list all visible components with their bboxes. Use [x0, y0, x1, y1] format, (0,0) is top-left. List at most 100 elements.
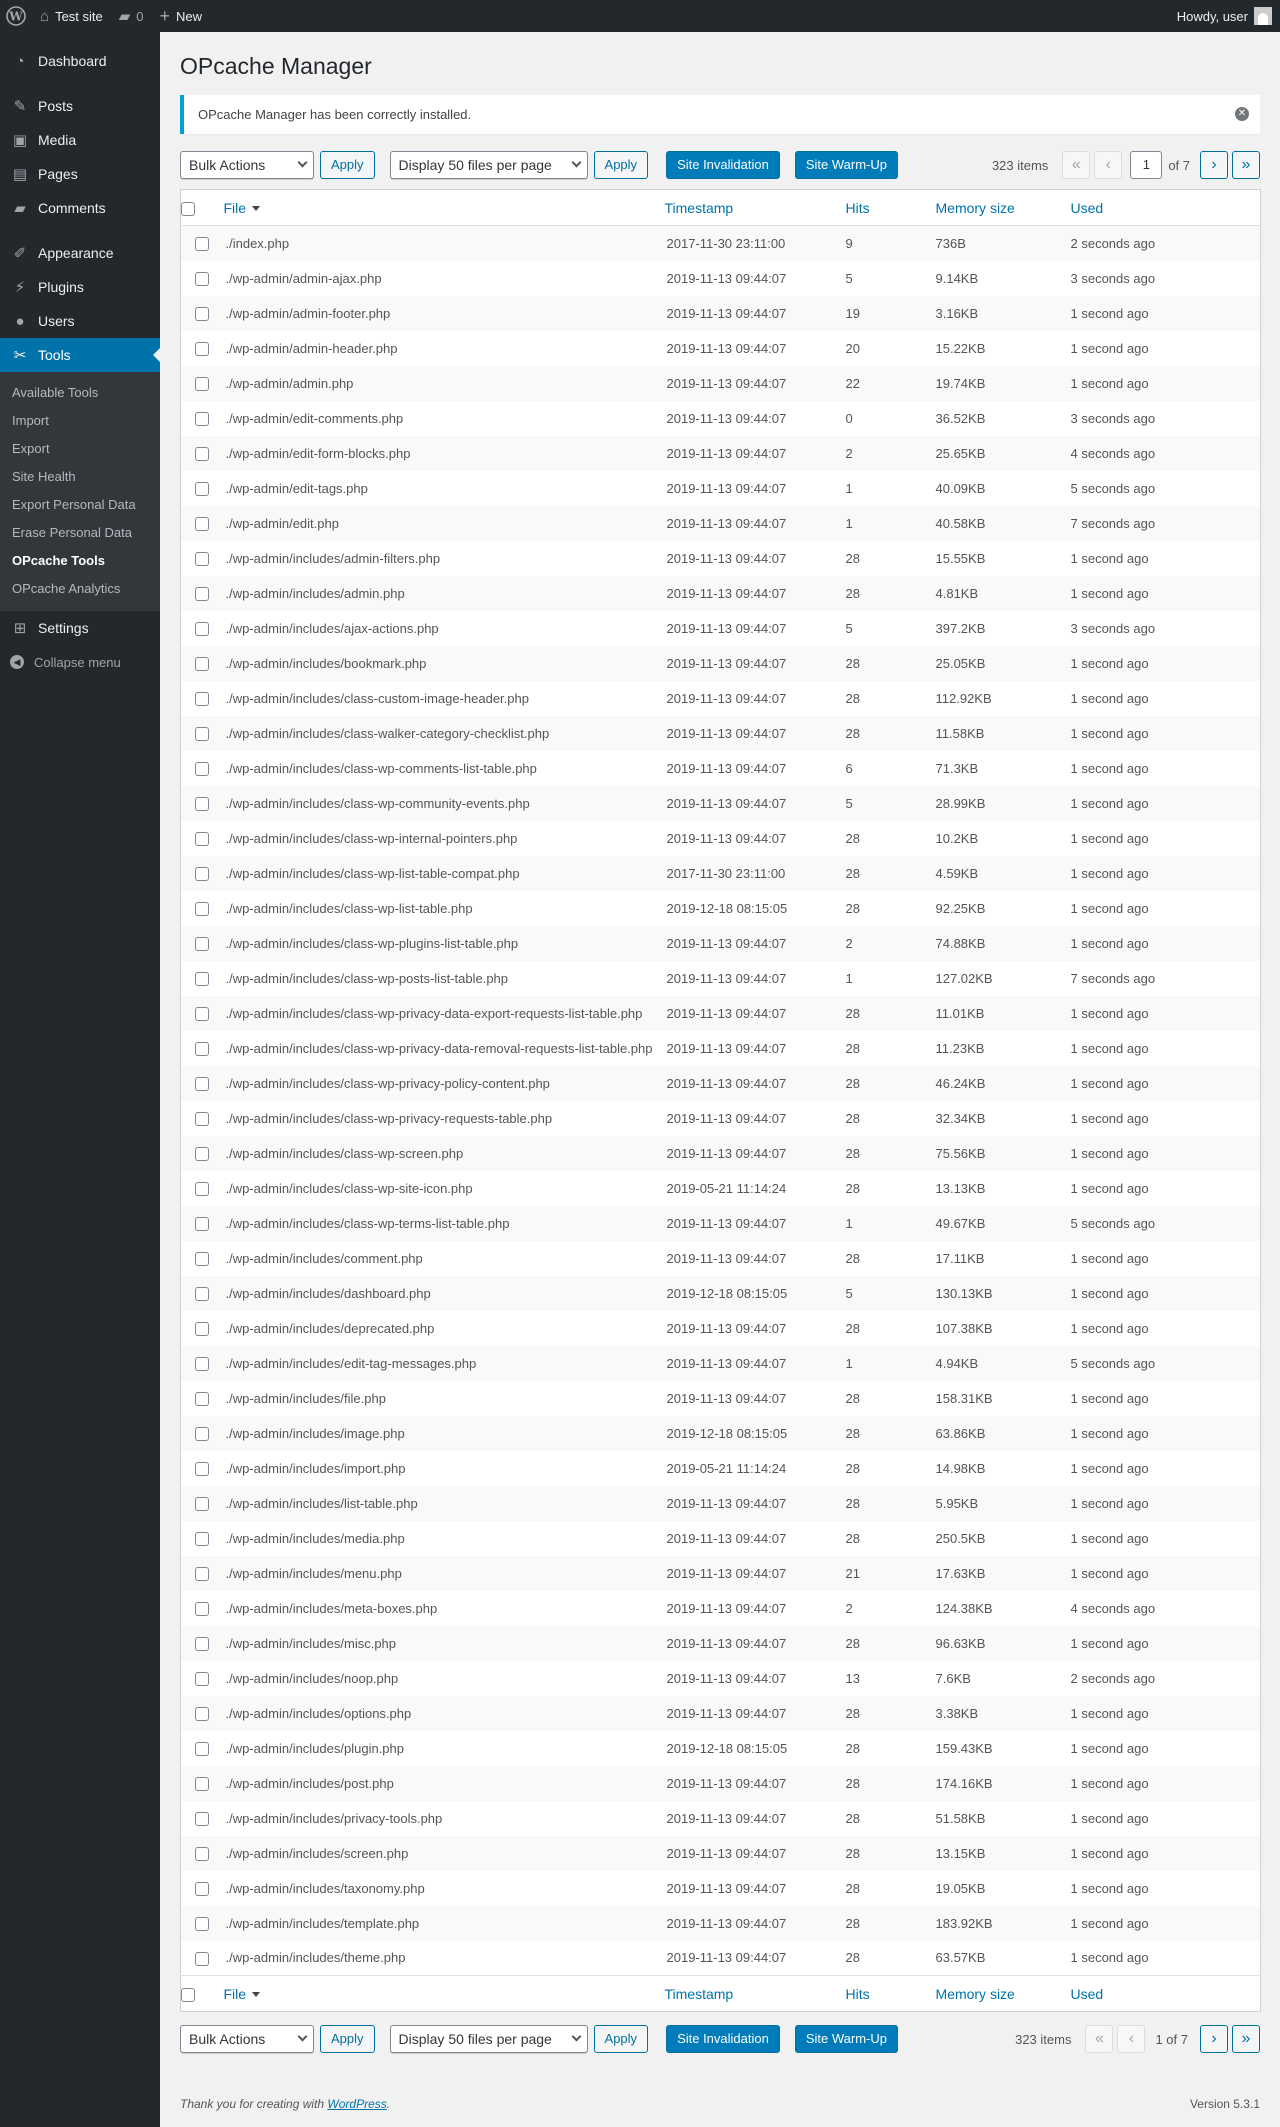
column-used[interactable]: Used	[1070, 189, 1261, 226]
submenu-opcache-tools[interactable]: OPcache Tools	[0, 547, 160, 575]
bulk-actions-select[interactable]: Bulk Actions	[180, 151, 314, 179]
menu-users[interactable]: ● Users	[0, 304, 160, 338]
row-checkbox[interactable]	[194, 271, 209, 286]
row-checkbox[interactable]	[194, 831, 209, 846]
row-checkbox[interactable]	[194, 1426, 209, 1441]
submenu-available-tools[interactable]: Available Tools	[0, 379, 160, 407]
wordpress-logo-icon[interactable]: W	[0, 0, 32, 32]
row-checkbox[interactable]	[194, 726, 209, 741]
row-checkbox[interactable]	[194, 1321, 209, 1336]
apply-bulk-button[interactable]: Apply	[320, 2025, 375, 2053]
row-checkbox[interactable]	[194, 306, 209, 321]
row-checkbox[interactable]	[194, 691, 209, 706]
submenu-import[interactable]: Import	[0, 407, 160, 435]
next-page-button[interactable]: ›	[1200, 151, 1228, 179]
row-checkbox[interactable]	[194, 1461, 209, 1476]
row-checkbox[interactable]	[194, 1391, 209, 1406]
row-checkbox[interactable]	[194, 1251, 209, 1266]
bulk-actions-select[interactable]: Bulk Actions	[180, 2025, 314, 2053]
column-memory-size[interactable]: Memory size	[935, 189, 1071, 226]
menu-plugins[interactable]: ⚡ Plugins	[0, 270, 160, 304]
row-checkbox[interactable]	[194, 1706, 209, 1721]
select-all-checkbox[interactable]	[181, 1987, 195, 2002]
submenu-export[interactable]: Export	[0, 435, 160, 463]
menu-tools[interactable]: ✂ Tools	[0, 338, 160, 372]
row-checkbox[interactable]	[194, 1181, 209, 1196]
menu-posts[interactable]: ✎ Posts	[0, 89, 160, 123]
row-checkbox[interactable]	[194, 341, 209, 356]
row-checkbox[interactable]	[194, 1741, 209, 1756]
row-checkbox[interactable]	[194, 866, 209, 881]
column-hits[interactable]: Hits	[845, 189, 936, 226]
menu-media[interactable]: ▣ Media	[0, 123, 160, 157]
last-page-button[interactable]: »	[1232, 2025, 1260, 2053]
row-checkbox[interactable]	[194, 1146, 209, 1161]
site-warmup-button[interactable]: Site Warm-Up	[794, 2025, 898, 2053]
site-name-link[interactable]: ⌂ Test site	[32, 0, 111, 32]
row-checkbox[interactable]	[194, 1601, 209, 1616]
menu-comments[interactable]: ▰ Comments	[0, 191, 160, 225]
submenu-site-health[interactable]: Site Health	[0, 463, 160, 491]
column-hits[interactable]: Hits	[845, 1975, 936, 2012]
row-checkbox[interactable]	[194, 446, 209, 461]
row-checkbox[interactable]	[194, 237, 209, 252]
column-timestamp[interactable]: Timestamp	[664, 1975, 846, 2012]
apply-per-page-button[interactable]: Apply	[593, 151, 649, 179]
row-checkbox[interactable]	[194, 971, 209, 986]
column-file[interactable]: File	[220, 189, 665, 226]
row-checkbox[interactable]	[194, 1076, 209, 1091]
row-checkbox[interactable]	[194, 1951, 209, 1966]
column-used[interactable]: Used	[1070, 1975, 1261, 2012]
select-all-checkbox[interactable]	[181, 201, 195, 216]
column-file[interactable]: File	[220, 1975, 665, 2012]
row-checkbox[interactable]	[194, 1916, 209, 1931]
row-checkbox[interactable]	[194, 481, 209, 496]
site-invalidation-button[interactable]: Site Invalidation	[666, 151, 780, 179]
row-checkbox[interactable]	[194, 1846, 209, 1861]
row-checkbox[interactable]	[194, 516, 209, 531]
row-checkbox[interactable]	[194, 1041, 209, 1056]
collapse-menu-button[interactable]: ◀ Collapse menu	[0, 645, 160, 679]
row-checkbox[interactable]	[194, 1111, 209, 1126]
row-checkbox[interactable]	[194, 1881, 209, 1896]
row-checkbox[interactable]	[194, 1636, 209, 1651]
menu-pages[interactable]: ▤ Pages	[0, 157, 160, 191]
row-checkbox[interactable]	[194, 1216, 209, 1231]
apply-bulk-button[interactable]: Apply	[320, 151, 375, 179]
apply-per-page-button[interactable]: Apply	[593, 2025, 649, 2053]
row-checkbox[interactable]	[194, 936, 209, 951]
last-page-button[interactable]: »	[1232, 151, 1260, 179]
site-invalidation-button[interactable]: Site Invalidation	[666, 2025, 780, 2053]
submenu-erase-personal-data[interactable]: Erase Personal Data	[0, 519, 160, 547]
row-checkbox[interactable]	[194, 621, 209, 636]
row-checkbox[interactable]	[194, 551, 209, 566]
menu-dashboard[interactable]: ◔ Dashboard	[0, 44, 160, 78]
row-checkbox[interactable]	[194, 411, 209, 426]
row-checkbox[interactable]	[194, 761, 209, 776]
next-page-button[interactable]: ›	[1200, 2025, 1228, 2053]
row-checkbox[interactable]	[194, 1286, 209, 1301]
comments-link[interactable]: ▰ 0	[111, 0, 152, 32]
menu-settings[interactable]: ⊞ Settings	[0, 611, 160, 645]
row-checkbox[interactable]	[194, 1496, 209, 1511]
row-checkbox[interactable]	[194, 376, 209, 391]
row-checkbox[interactable]	[194, 1006, 209, 1021]
per-page-select[interactable]: Display 50 files per page	[389, 2025, 588, 2053]
account-menu[interactable]: Howdy, user	[1169, 0, 1280, 32]
column-memory-size[interactable]: Memory size	[935, 1975, 1071, 2012]
row-checkbox[interactable]	[194, 586, 209, 601]
row-checkbox[interactable]	[194, 1776, 209, 1791]
row-checkbox[interactable]	[194, 1811, 209, 1826]
submenu-opcache-analytics[interactable]: OPcache Analytics	[0, 575, 160, 603]
current-page-input[interactable]: 1	[1130, 151, 1163, 179]
row-checkbox[interactable]	[194, 901, 209, 916]
row-checkbox[interactable]	[194, 1531, 209, 1546]
row-checkbox[interactable]	[194, 796, 209, 811]
per-page-select[interactable]: Display 50 files per page	[389, 151, 588, 179]
row-checkbox[interactable]	[194, 1671, 209, 1686]
new-content-link[interactable]: + New	[152, 0, 211, 32]
submenu-export-personal-data[interactable]: Export Personal Data	[0, 491, 160, 519]
menu-appearance[interactable]: ✐ Appearance	[0, 236, 160, 270]
row-checkbox[interactable]	[194, 1566, 209, 1581]
dismiss-icon[interactable]: ✕	[1235, 107, 1249, 121]
